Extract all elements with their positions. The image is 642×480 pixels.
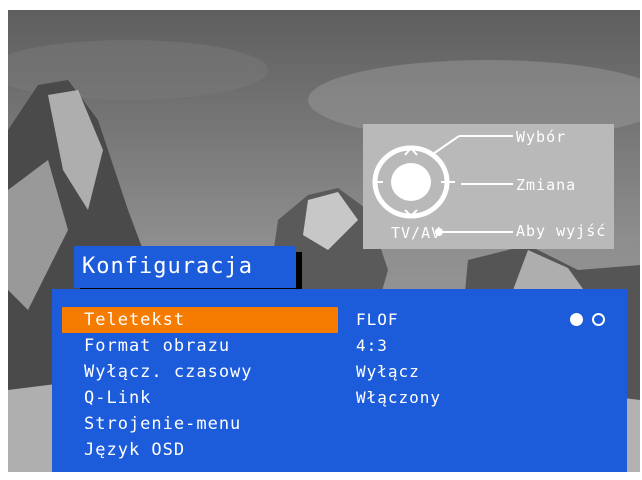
menu-item-sleep-timer[interactable]: Wyłącz. czasowy xyxy=(62,359,338,385)
hint-tvav-label: TV/AV xyxy=(391,224,442,242)
hint-select-label: Wybór xyxy=(516,128,567,146)
option-selected-dot-icon xyxy=(570,313,583,326)
hint-change-label: Zmiana xyxy=(516,176,577,194)
remote-hint-panel: Wybór Zmiana TV/AV Aby wyjść xyxy=(363,124,614,249)
teletext-value[interactable]: FLOF xyxy=(356,307,399,333)
menu-item-teletext[interactable]: Teletekst xyxy=(62,307,338,333)
menu-item-q-link[interactable]: Q-Link xyxy=(62,385,338,411)
menu-item-label: Język OSD xyxy=(84,440,186,460)
menu-title-box: Konfiguracja xyxy=(74,246,296,288)
menu-item-tuning-menu[interactable]: Strojenie-menu xyxy=(62,411,338,437)
q-link-value[interactable]: Włączony xyxy=(356,385,441,411)
menu-item-label: Wyłącz. czasowy xyxy=(84,362,253,382)
setup-menu: Teletekst Format obrazu Wyłącz. czasowy … xyxy=(52,289,627,472)
menu-item-osd-language[interactable]: Język OSD xyxy=(62,437,338,463)
menu-item-aspect-ratio[interactable]: Format obrazu xyxy=(62,333,338,359)
aspect-ratio-value[interactable]: 4:3 xyxy=(356,333,388,359)
menu-item-label: Strojenie-menu xyxy=(84,414,242,434)
menu-title: Konfiguracja xyxy=(82,254,253,279)
navigation-pad-icon xyxy=(372,145,455,219)
option-unselected-dot-icon xyxy=(592,313,605,326)
menu-item-label: Format obrazu xyxy=(84,336,231,356)
hint-exit-label: Aby wyjść xyxy=(516,222,607,240)
menu-item-label: Q-Link xyxy=(84,388,152,408)
menu-item-label: Teletekst xyxy=(84,310,186,330)
sleep-timer-value[interactable]: Wyłącz xyxy=(356,359,420,385)
